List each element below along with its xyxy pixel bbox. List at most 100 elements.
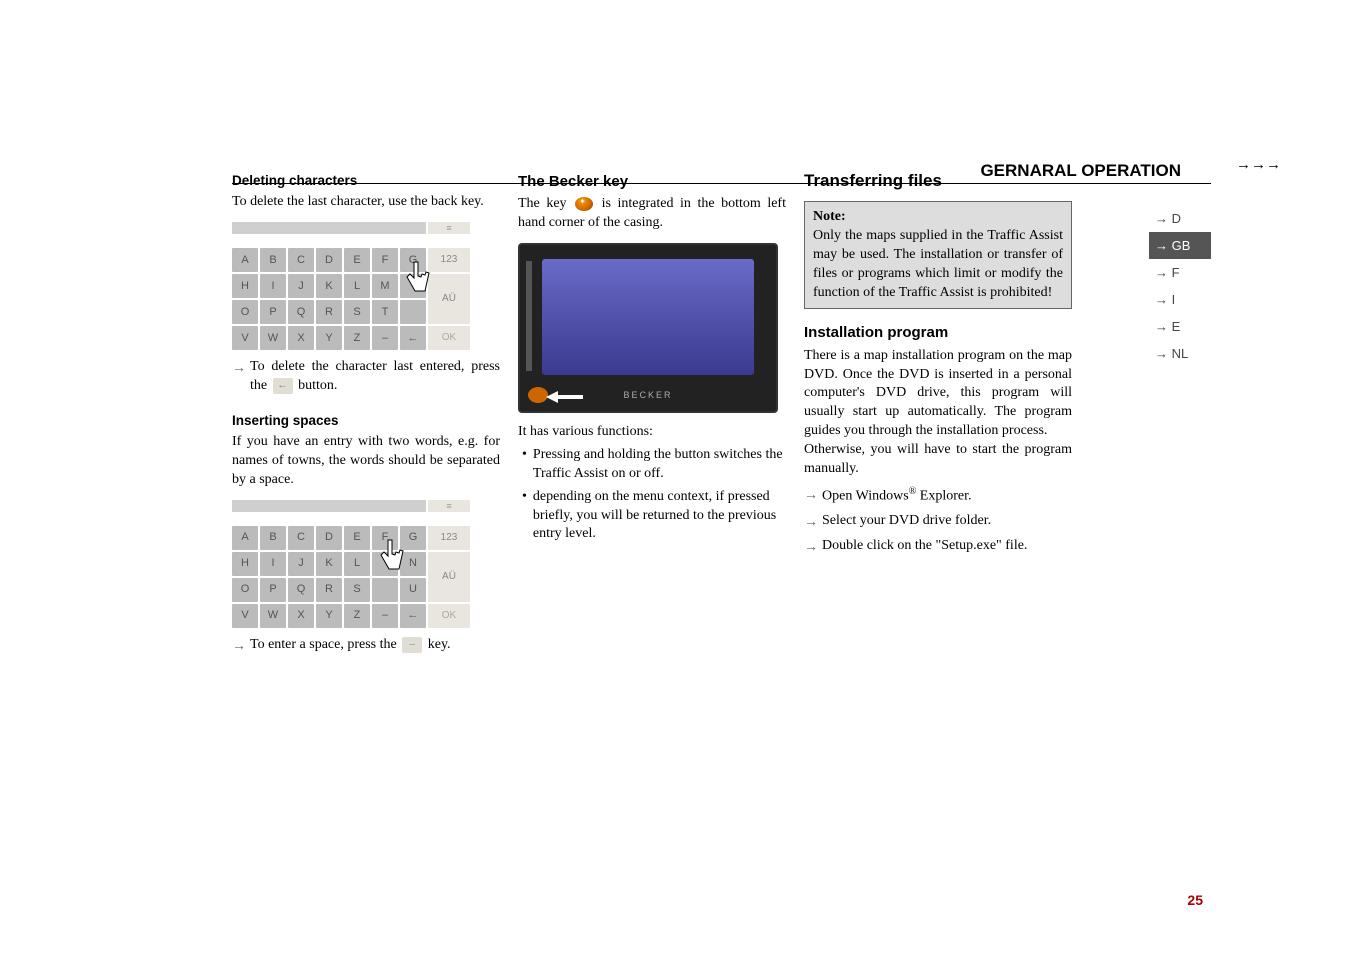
- key[interactable]: P: [260, 300, 286, 324]
- key-space[interactable]: –: [372, 604, 398, 628]
- key-back[interactable]: ←: [400, 326, 426, 350]
- key-au[interactable]: AÜ: [428, 552, 470, 602]
- key[interactable]: F: [372, 248, 398, 272]
- otherwise-text: Otherwise, you will have to start the pr…: [804, 441, 1072, 479]
- key[interactable]: T: [372, 300, 398, 324]
- key[interactable]: Y: [316, 326, 342, 350]
- space-button-icon: –: [402, 637, 422, 653]
- key[interactable]: I: [260, 274, 286, 298]
- key[interactable]: E: [344, 526, 370, 550]
- key-ok[interactable]: OK: [428, 326, 470, 350]
- becker-intro-a: The key: [518, 196, 573, 211]
- step1-b: Explorer.: [916, 489, 971, 504]
- key-au[interactable]: AÜ: [428, 274, 470, 324]
- column-2: The Becker key The key is integrated in …: [518, 170, 786, 655]
- key-123[interactable]: 123: [428, 248, 470, 272]
- key[interactable]: H: [232, 552, 258, 576]
- step-space-text: To enter a space, press the: [250, 637, 400, 652]
- sidebar-item-d[interactable]: → D: [1149, 205, 1211, 232]
- page-number: 25: [1187, 892, 1203, 908]
- sidebar-item-f[interactable]: → F: [1149, 259, 1211, 286]
- bullet-icon: •: [522, 488, 527, 545]
- key[interactable]: R: [316, 578, 342, 602]
- key-back[interactable]: ←: [400, 604, 426, 628]
- key[interactable]: Z: [344, 604, 370, 628]
- kbd-topbar: [232, 222, 426, 234]
- bullet-1: • Pressing and holding the button switch…: [518, 446, 786, 484]
- bullet-1-text: Pressing and holding the button switches…: [533, 446, 786, 484]
- step-run-setup: → Double click on the "Setup.exe" file.: [804, 537, 1072, 556]
- key[interactable]: R: [316, 300, 342, 324]
- install-text: There is a map installation program on t…: [804, 347, 1072, 441]
- heading-install: Installation program: [804, 323, 1072, 343]
- arrow-icon: →: [804, 537, 818, 556]
- key[interactable]: K: [316, 552, 342, 576]
- key[interactable]: [372, 578, 398, 602]
- key[interactable]: D: [316, 526, 342, 550]
- key-ok[interactable]: OK: [428, 604, 470, 628]
- key[interactable]: Q: [288, 300, 314, 324]
- step-delete: → To delete the character last entered, …: [232, 358, 500, 396]
- key[interactable]: J: [288, 552, 314, 576]
- key[interactable]: L: [344, 274, 370, 298]
- sidebar-item-nl[interactable]: → NL: [1149, 340, 1211, 367]
- becker-key-icon: [575, 197, 593, 211]
- bullet-2: • depending on the menu context, if pres…: [518, 488, 786, 545]
- key[interactable]: V: [232, 326, 258, 350]
- arrow-pointer-icon: [546, 391, 586, 403]
- key[interactable]: Z: [344, 326, 370, 350]
- key[interactable]: V: [232, 604, 258, 628]
- key[interactable]: P: [260, 578, 286, 602]
- key[interactable]: I: [260, 552, 286, 576]
- key[interactable]: M: [372, 274, 398, 298]
- key[interactable]: O: [232, 578, 258, 602]
- key[interactable]: B: [260, 248, 286, 272]
- key[interactable]: L: [344, 552, 370, 576]
- header-arrows: →→→: [1236, 156, 1281, 173]
- key[interactable]: J: [288, 274, 314, 298]
- sidebar-item-i[interactable]: → I: [1149, 286, 1211, 313]
- key[interactable]: U: [400, 578, 426, 602]
- key-123[interactable]: 123: [428, 526, 470, 550]
- key[interactable]: B: [260, 526, 286, 550]
- step3-text: Double click on the "Setup.exe" file.: [822, 537, 1027, 556]
- key[interactable]: X: [288, 604, 314, 628]
- key[interactable]: Y: [316, 604, 342, 628]
- key[interactable]: A: [232, 526, 258, 550]
- key[interactable]: C: [288, 248, 314, 272]
- column-1: Deleting characters To delete the last c…: [232, 170, 500, 655]
- section-title: GERNARAL OPERATION: [980, 161, 1181, 181]
- key[interactable]: A: [232, 248, 258, 272]
- heading-inserting: Inserting spaces: [232, 412, 500, 430]
- arrow-icon: →: [804, 512, 818, 531]
- note-label: Note:: [813, 208, 1063, 227]
- key[interactable]: –: [372, 326, 398, 350]
- arrow-icon: →: [232, 636, 246, 655]
- back-button-icon: ←: [273, 378, 293, 394]
- key[interactable]: W: [260, 604, 286, 628]
- note-text: Only the maps supplied in the Traffic As…: [813, 228, 1063, 300]
- step-open-explorer: → Open Windows® Explorer.: [804, 485, 1072, 507]
- key[interactable]: E: [344, 248, 370, 272]
- column-3: Transferring files Note: Only the maps s…: [804, 170, 1072, 655]
- text-deleting: To delete the last character, use the ba…: [232, 193, 500, 212]
- key[interactable]: D: [316, 248, 342, 272]
- key[interactable]: S: [344, 300, 370, 324]
- sidebar-item-gb[interactable]: → GB: [1149, 232, 1211, 259]
- step-delete-text2: button.: [298, 378, 337, 393]
- sidebar-item-e[interactable]: → E: [1149, 313, 1211, 340]
- arrow-icon: →: [804, 485, 818, 507]
- device-side-bar: [526, 261, 532, 371]
- bullet-icon: •: [522, 446, 527, 484]
- key[interactable]: O: [232, 300, 258, 324]
- arrow-icon: →: [232, 358, 246, 396]
- key[interactable]: [400, 300, 426, 324]
- key[interactable]: Q: [288, 578, 314, 602]
- key[interactable]: X: [288, 326, 314, 350]
- hand-pointer-icon: [400, 258, 432, 298]
- key[interactable]: C: [288, 526, 314, 550]
- key[interactable]: W: [260, 326, 286, 350]
- key[interactable]: H: [232, 274, 258, 298]
- key[interactable]: K: [316, 274, 342, 298]
- key[interactable]: S: [344, 578, 370, 602]
